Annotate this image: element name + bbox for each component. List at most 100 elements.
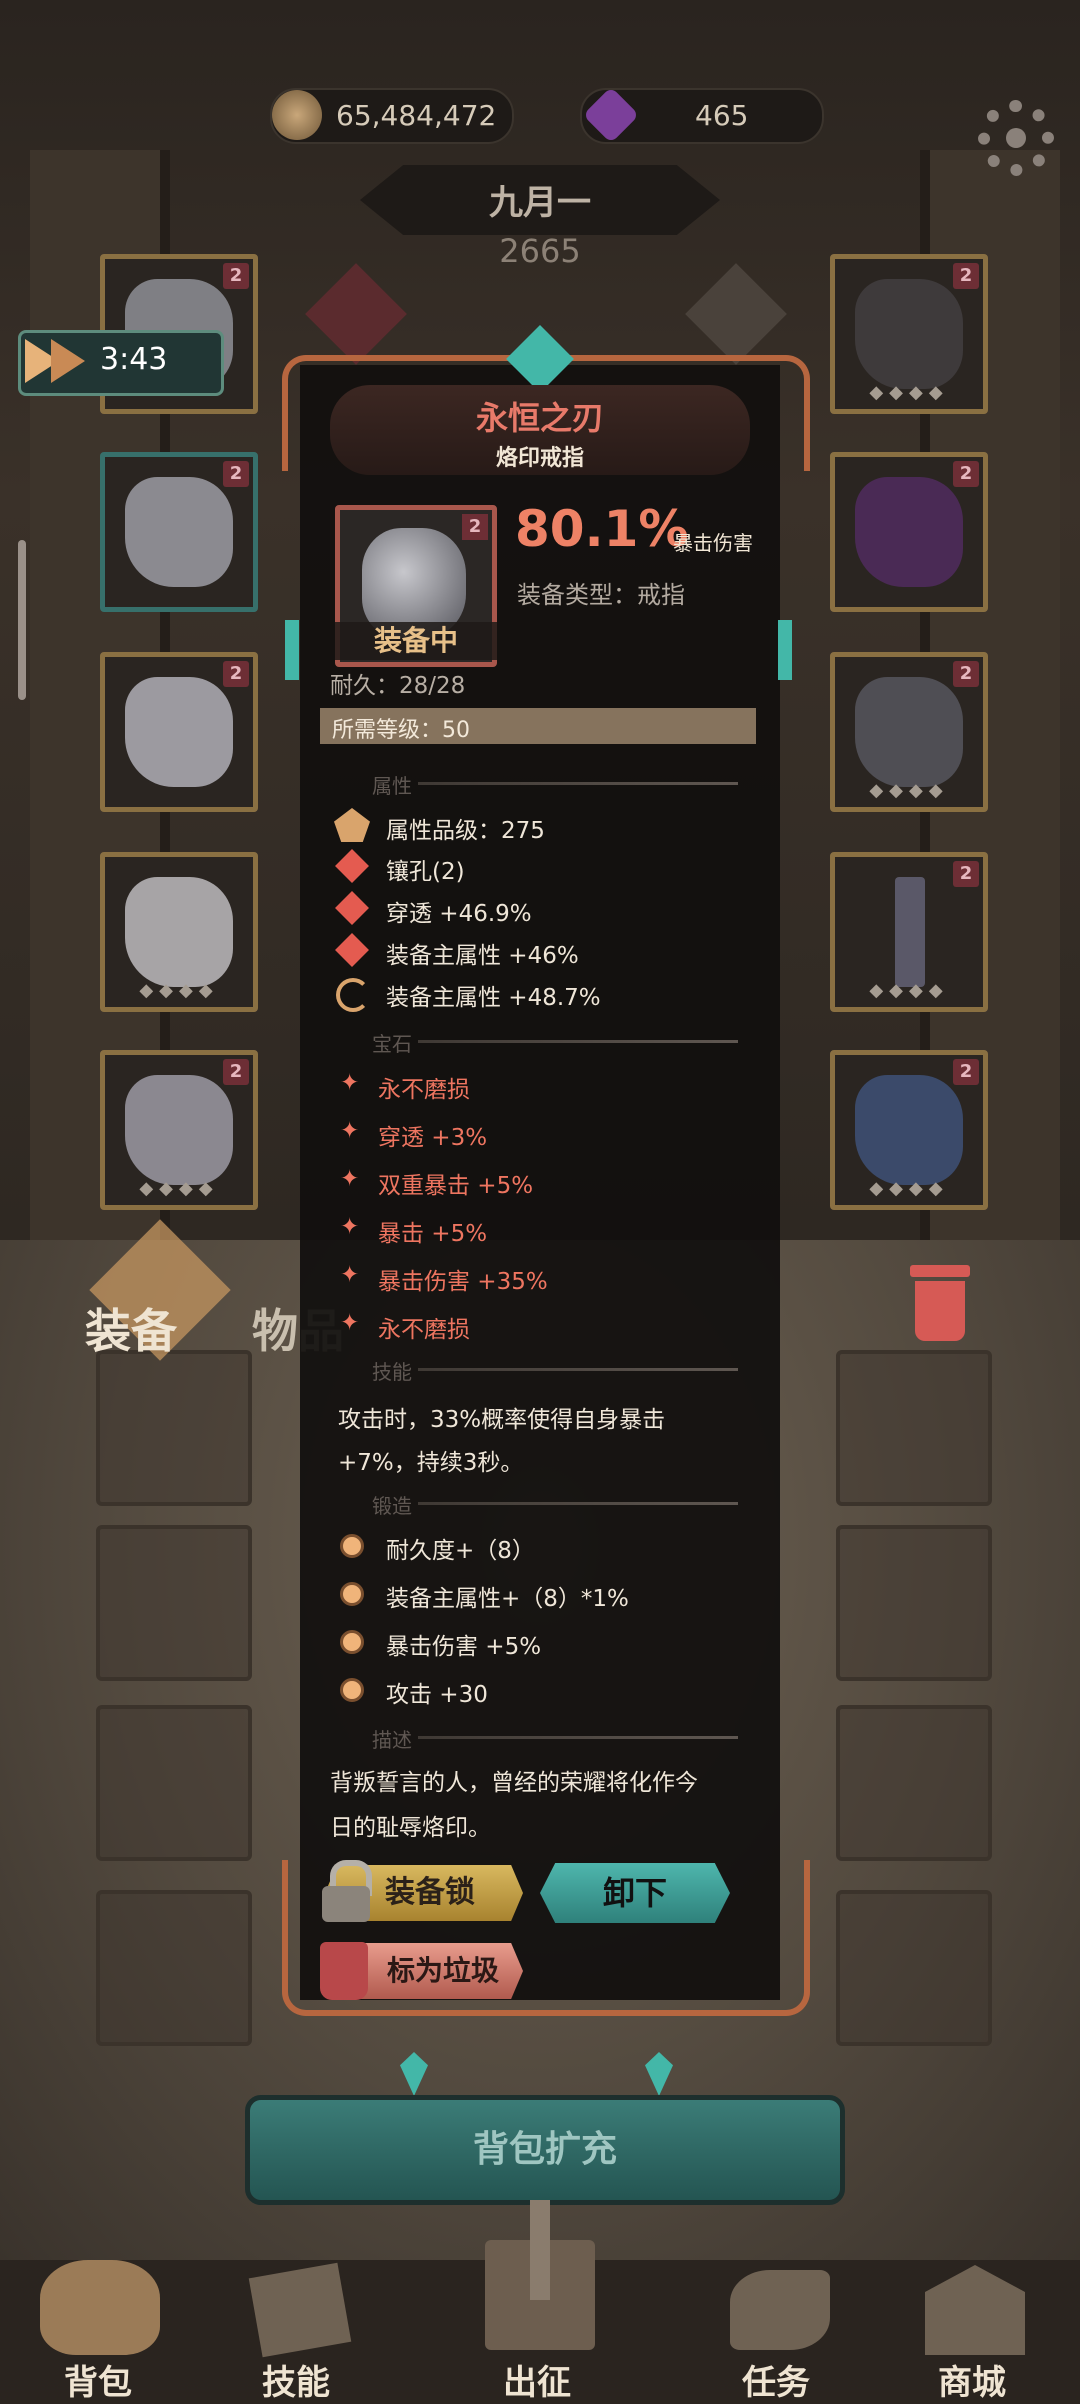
skill-text-line-1: 攻击时，33%概率使得自身暴击 [338, 1407, 666, 1433]
equip-slot-armor[interactable]: 2 [100, 452, 258, 612]
nav-battle-label: 出征 [503, 2363, 571, 2403]
forge-dot-icon [340, 1582, 364, 1606]
section-gems-title: 宝石 [372, 1032, 412, 1056]
expand-bag-button[interactable]: 背包扩充 [245, 2095, 845, 2205]
expand-bag-label: 背包扩充 [472, 2129, 617, 2170]
shop-icon [925, 2265, 1025, 2355]
equip-slot-gloves[interactable]: 2 [830, 452, 988, 612]
equip-slot-ring[interactable]: 2 ◆◆◆◆ [830, 652, 988, 812]
tab-equipment-label: 装备 [85, 1304, 177, 1358]
scrollbar[interactable] [18, 540, 26, 700]
nav-skills-label: 技能 [262, 2363, 330, 2403]
unequip-button[interactable]: 卸下 [540, 1863, 730, 1923]
section-divider [418, 1040, 738, 1043]
gear-center-icon [1006, 128, 1026, 148]
gem-effect: 永不磨损 [378, 1317, 470, 1343]
bag-slot[interactable] [96, 1705, 252, 1861]
sparkle-icon: ✦ [340, 1262, 360, 1288]
tab-equipment[interactable]: 装备 [40, 1219, 270, 1361]
forge-dot-icon [340, 1630, 364, 1654]
player-name: 九月一 [489, 183, 591, 223]
nav-quest[interactable]: 任务 [710, 2250, 850, 2403]
backpack-icon [40, 2260, 160, 2355]
trash-can-icon [915, 1281, 965, 1341]
forge-stat: 耐久度+（8） [386, 1538, 535, 1564]
gem-effect: 暴击 +5% [378, 1221, 488, 1247]
durability: 耐久：28/28 [330, 673, 466, 699]
nav-bag-label: 背包 [64, 2363, 132, 2403]
required-level: 所需等级：50 [332, 718, 470, 743]
nav-battle[interactable]: 出征 [465, 2200, 615, 2403]
description-line-2: 日的耻辱烙印。 [330, 1815, 491, 1841]
item-name: 永恒之刃 [475, 399, 604, 437]
lock-body-icon [322, 1886, 370, 1922]
unequip-label: 卸下 [602, 1874, 667, 1912]
bag-slot[interactable] [96, 1890, 252, 2046]
bag-slot[interactable] [96, 1525, 252, 1681]
skill-text-line-2: +7%，持续3秒。 [338, 1450, 524, 1476]
gem-effect: 双重暴击 +5% [378, 1173, 534, 1199]
skill-book-icon [248, 2262, 352, 2358]
forge-stat: 攻击 +30 [386, 1682, 488, 1708]
bag-slot[interactable] [96, 1350, 252, 1506]
section-divider [418, 1502, 738, 1505]
equip-slot-weapon[interactable]: 2 ◆◆◆◆ [830, 852, 988, 1012]
section-description-title: 描述 [372, 1728, 412, 1752]
attribute-quality: 属性品级：275 [386, 818, 545, 844]
quest-scroll-icon [730, 2270, 830, 2350]
gem-effect: 穿透 +3% [378, 1125, 488, 1151]
sword-icon [530, 2200, 550, 2300]
forge-dot-icon [340, 1534, 364, 1558]
section-divider [418, 1368, 738, 1371]
equip-slot-pants[interactable]: ◆◆◆◆ [100, 852, 258, 1012]
section-skills-title: 技能 [372, 1360, 412, 1384]
main-stat-label: 暴击伤害 [673, 531, 753, 555]
forge-stat: 暴击伤害 +5% [386, 1634, 542, 1660]
nav-bag[interactable]: 背包 [30, 2250, 170, 2403]
attribute-penetration: 穿透 +46.9% [386, 901, 532, 927]
gem-amount: 465 [695, 99, 749, 132]
section-divider [418, 782, 738, 785]
equip-slot-amulet[interactable]: 2 ◆◆◆◆ [830, 254, 988, 414]
player-power: 2665 [499, 232, 581, 270]
nav-shop[interactable]: 商城 [900, 2250, 1050, 2403]
nav-skills[interactable]: 技能 [230, 2250, 370, 2403]
buff-timer-text: 3:43 [100, 342, 168, 377]
trash-button[interactable] [905, 1265, 975, 1345]
gem-counter: 465 [580, 86, 824, 144]
forge-stat: 装备主属性+（8）*1% [386, 1586, 629, 1612]
lock-icon [318, 1860, 374, 1922]
sparkle-icon: ✦ [340, 1310, 360, 1336]
description-line-1: 背叛誓言的人，曾经的荣耀将化作今 [330, 1770, 698, 1796]
gold-coin-icon [272, 90, 322, 140]
junk-bin-icon [320, 1942, 368, 2000]
bag-slot[interactable] [836, 1705, 992, 1861]
sparkle-icon: ✦ [340, 1118, 360, 1144]
mark-junk-label: 标为垃圾 [387, 1954, 500, 1987]
equip-slot-necklace[interactable]: 2 [100, 652, 258, 812]
item-type-label: 烙印戒指 [495, 446, 584, 471]
sparkle-icon: ✦ [340, 1070, 360, 1096]
sparkle-icon: ✦ [340, 1166, 360, 1192]
trash-lid-icon [910, 1265, 970, 1277]
equipped-tag: 装备中 [335, 622, 497, 660]
attribute-main-2: 装备主属性 +48.7% [386, 985, 601, 1011]
equip-slot-boots[interactable]: 2 ◆◆◆◆ [100, 1050, 258, 1210]
equip-type: 装备类型：戒指 [517, 581, 685, 609]
gold-amount: 65,484,472 [336, 99, 497, 132]
section-forge-title: 锻造 [372, 1494, 412, 1518]
gem-effect: 永不磨损 [378, 1077, 470, 1103]
settings-gear-icon[interactable] [978, 100, 1054, 176]
equip-lock-label: 装备锁 [385, 1875, 475, 1910]
bag-slot[interactable] [836, 1350, 992, 1506]
sparkle-icon: ✦ [340, 1214, 360, 1240]
gold-counter: 65,484,472 [270, 88, 514, 144]
main-stat-value: 80.1% [515, 500, 689, 558]
attribute-sockets: 镶孔(2) [386, 859, 465, 885]
nav-quest-label: 任务 [742, 2363, 810, 2403]
nav-shop-label: 商城 [938, 2363, 1006, 2403]
bag-slot[interactable] [836, 1525, 992, 1681]
equip-slot-offhand[interactable]: 2 ◆◆◆◆ [830, 1050, 988, 1210]
bag-slot[interactable] [836, 1890, 992, 2046]
popup-right-gem-icon [778, 620, 792, 680]
